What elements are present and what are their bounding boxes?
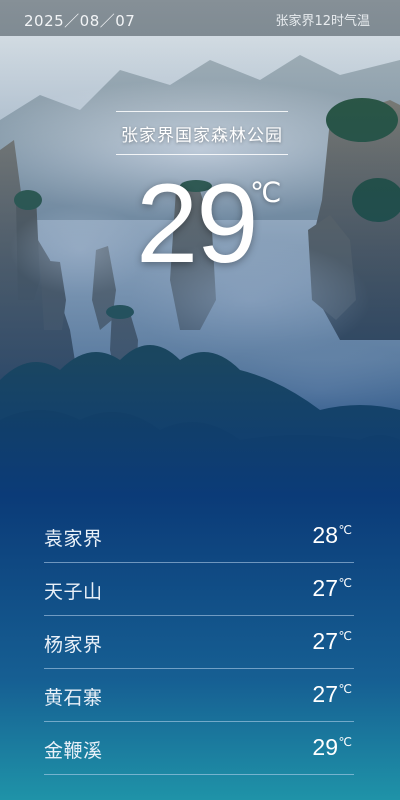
spot-name: 天子山 [44,581,103,603]
subtitle-label: 张家界12时气温 [275,14,370,29]
spot-name: 袁家界 [44,528,103,550]
spot-temperature-unit: ℃ [338,629,352,643]
list-item: 天子山 27 ℃ [44,563,354,616]
spot-temperature-unit: ℃ [338,576,352,590]
spot-name: 金鞭溪 [44,740,103,762]
spot-temperature: 27 [312,681,338,707]
list-item: 金鞭溪 29 ℃ [44,722,354,775]
spot-temperature: 27 [312,575,338,601]
spot-name: 黄石寨 [44,687,103,709]
list-item: 黄石寨 27 ℃ [44,669,354,722]
spot-temperature-unit: ℃ [338,682,352,696]
date-label: 2025／08／07 [24,12,136,30]
list-item: 杨家界 27 ℃ [44,616,354,669]
main-temperature-unit: ℃ [250,176,282,209]
main-temperature: 29 [136,161,259,286]
spot-temperature: 29 [312,734,338,760]
spot-temperature: 27 [312,628,338,654]
spots-list: 袁家界 28 ℃ 天子山 27 ℃ 杨家界 27 ℃ 黄石寨 27 ℃ 金鞭溪 … [44,510,354,775]
divider-top [116,111,288,112]
spot-temperature-unit: ℃ [338,523,352,537]
spot-temperature-unit: ℃ [338,735,352,749]
list-item: 袁家界 28 ℃ [44,510,354,563]
spot-name: 杨家界 [44,634,103,656]
status-bar: 2025／08／07 张家界12时气温 [0,0,400,36]
location-name: 张家界国家森林公园 [121,126,283,146]
location-header: 张家界国家森林公园 [116,111,288,155]
divider-bottom [116,154,288,155]
spot-temperature: 28 [312,522,338,548]
